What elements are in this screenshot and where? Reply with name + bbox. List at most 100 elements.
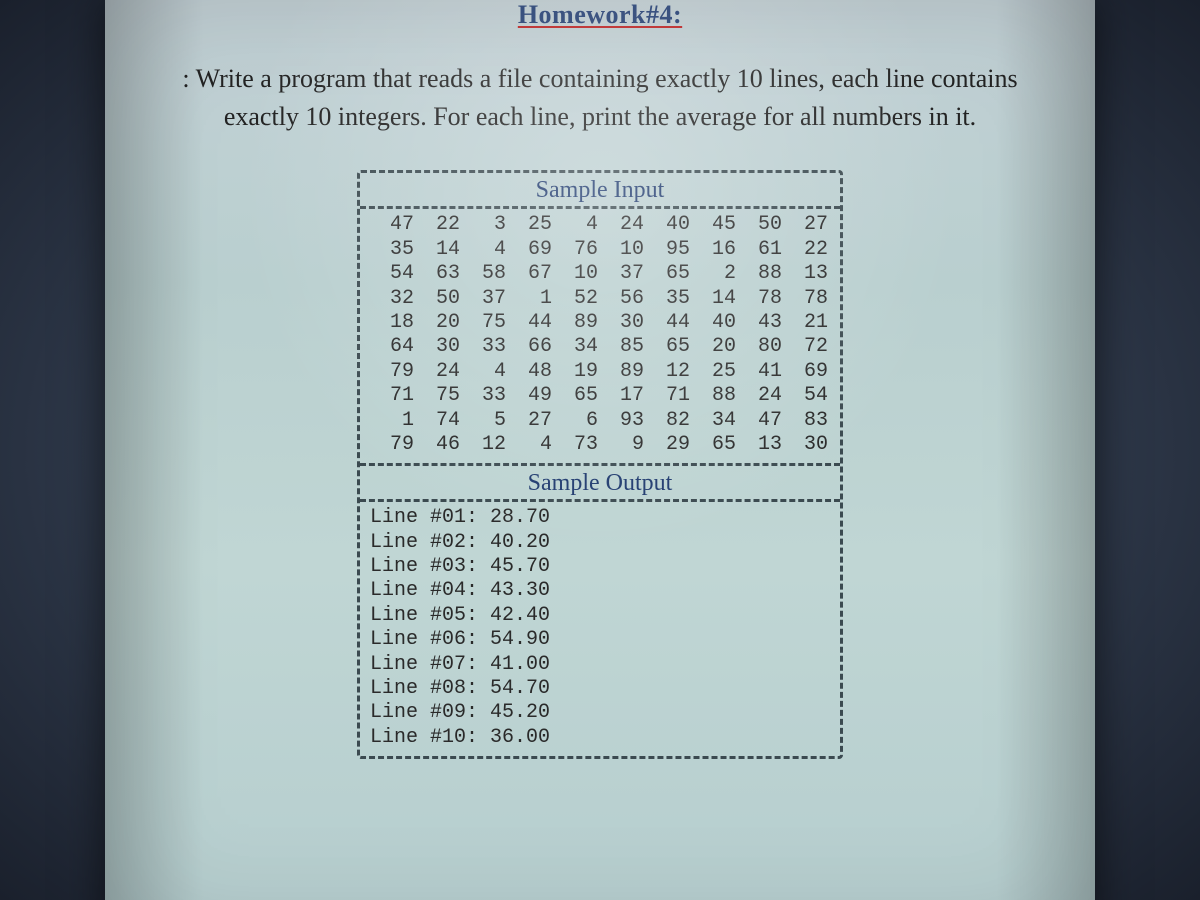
table-cell: 34 [690,409,736,433]
table-cell: 54 [368,262,414,286]
table-row: 794612473929651330 [368,433,832,457]
table-cell: 24 [598,213,644,237]
sample-output-heading: Sample Output [360,463,840,502]
table-cell: 25 [690,360,736,384]
table-cell: 4 [460,360,506,384]
table-cell: 52 [552,287,598,311]
problem-statement: : Write a program that reads a file cont… [135,60,1065,135]
table-cell: 1 [506,287,552,311]
table-cell: 6 [552,409,598,433]
sample-box: Sample Input 472232542440455027351446976… [357,170,843,759]
table-cell: 69 [782,360,828,384]
table-cell: 74 [414,409,460,433]
table-cell: 72 [782,335,828,359]
table-cell: 65 [644,335,690,359]
table-cell: 30 [782,433,828,457]
table-cell: 2 [690,262,736,286]
table-cell: 24 [414,360,460,384]
table-cell: 14 [690,287,736,311]
table-cell: 21 [782,311,828,335]
table-cell: 82 [644,409,690,433]
table-cell: 33 [460,335,506,359]
table-cell: 13 [782,262,828,286]
table-cell: 10 [598,238,644,262]
table-cell: 93 [598,409,644,433]
table-cell: 47 [736,409,782,433]
table-cell: 12 [644,360,690,384]
table-cell: 65 [552,384,598,408]
table-cell: 25 [506,213,552,237]
table-cell: 30 [598,311,644,335]
table-cell: 35 [368,238,414,262]
table-cell: 19 [552,360,598,384]
table-cell: 43 [736,311,782,335]
table-cell: 41 [736,360,782,384]
table-cell: 69 [506,238,552,262]
table-cell: 64 [368,335,414,359]
table-cell: 4 [552,213,598,237]
table-cell: 44 [506,311,552,335]
table-cell: 50 [736,213,782,237]
table-cell: 24 [736,384,782,408]
table-cell: 85 [598,335,644,359]
table-cell: 79 [368,360,414,384]
table-row: 64303366348565208072 [368,335,832,359]
table-cell: 63 [414,262,460,286]
table-cell: 80 [736,335,782,359]
table-cell: 44 [644,311,690,335]
table-cell: 54 [782,384,828,408]
table-cell: 73 [552,433,598,457]
table-cell: 71 [368,384,414,408]
table-cell: 20 [690,335,736,359]
table-row: 3514469761095166122 [368,238,832,262]
table-cell: 88 [690,384,736,408]
table-cell: 95 [644,238,690,262]
table-cell: 5 [460,409,506,433]
table-cell: 13 [736,433,782,457]
table-row: 71753349651771882454 [368,384,832,408]
page-title: Homework#4: [135,0,1065,30]
table-cell: 30 [414,335,460,359]
table-cell: 34 [552,335,598,359]
table-cell: 67 [506,262,552,286]
table-row: 5463586710376528813 [368,262,832,286]
table-cell: 46 [414,433,460,457]
table-cell: 83 [782,409,828,433]
table-cell: 33 [460,384,506,408]
table-cell: 78 [782,287,828,311]
table-cell: 89 [552,311,598,335]
table-cell: 49 [506,384,552,408]
table-cell: 40 [690,311,736,335]
table-cell: 18 [368,311,414,335]
table-cell: 48 [506,360,552,384]
table-cell: 4 [506,433,552,457]
table-cell: 45 [690,213,736,237]
table-cell: 22 [414,213,460,237]
table-cell: 3 [460,213,506,237]
document-page: Homework#4: : Write a program that reads… [105,0,1095,900]
table-cell: 65 [644,262,690,286]
table-cell: 50 [414,287,460,311]
table-cell: 16 [690,238,736,262]
table-cell: 27 [782,213,828,237]
table-row: 7924448198912254169 [368,360,832,384]
table-cell: 65 [690,433,736,457]
table-cell: 12 [460,433,506,457]
table-cell: 17 [598,384,644,408]
table-row: 472232542440455027 [368,213,832,237]
table-cell: 79 [368,433,414,457]
table-cell: 88 [736,262,782,286]
table-cell: 76 [552,238,598,262]
table-cell: 27 [506,409,552,433]
table-cell: 58 [460,262,506,286]
table-cell: 4 [460,238,506,262]
sample-output-block: Line #01: 28.70 Line #02: 40.20 Line #03… [360,502,840,756]
table-cell: 22 [782,238,828,262]
table-cell: 35 [644,287,690,311]
table-row: 17452769382344783 [368,409,832,433]
table-cell: 89 [598,360,644,384]
table-cell: 9 [598,433,644,457]
table-cell: 1 [368,409,414,433]
table-cell: 37 [460,287,506,311]
table-cell: 29 [644,433,690,457]
